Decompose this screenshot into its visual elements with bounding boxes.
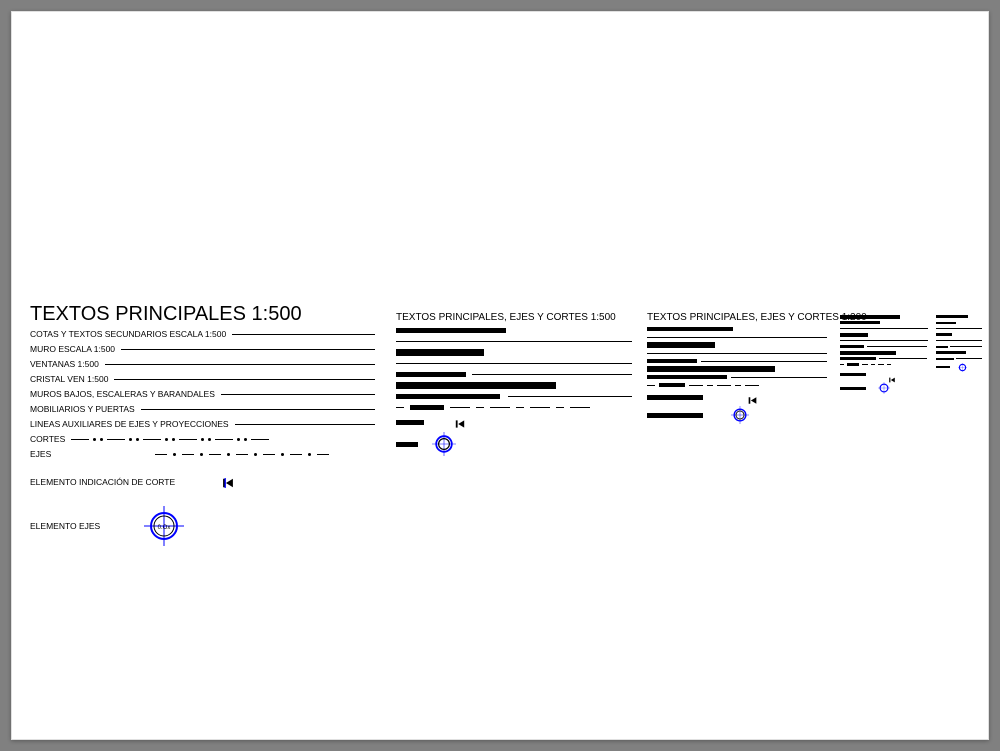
line-mobiliarios [141,409,375,410]
axis-bubble-icon-mini2 [731,406,749,424]
section-arrow-icon-mini3 [888,371,896,379]
axis-bubble-icon-mini4 [958,363,967,372]
line-ventanas [105,364,375,365]
section-arrow-icon [221,476,235,490]
label-cortes: CORTES [30,435,65,444]
row-ejes: EJES [30,447,375,462]
cad-preview-frame: TEXTOS PRINCIPALES 1:500 COTAS Y TEXTOS … [11,11,989,740]
drawing-canvas: TEXTOS PRINCIPALES 1:500 COTAS Y TEXTOS … [12,12,988,739]
legend-mini-1: TEXTOS PRINCIPALES, EJES Y CORTES 1:500 [396,312,632,458]
legend-mini-3 [840,314,928,396]
line-cortes [71,438,375,441]
row-cortes: CORTES [30,432,375,447]
section-arrow-icon-mini2 [747,393,758,404]
label-cristal: CRISTAL VEN 1:500 [30,375,108,384]
line-cristal [114,379,375,380]
row-elem-ejes: ELEMENTO EJES 0.Ox [30,508,375,544]
line-muros-bajos [221,394,375,395]
label-ejes: EJES [30,450,51,459]
legend-mini-2: TEXTOS PRINCIPALES, EJES Y CORTES 1:200 [647,312,827,426]
line-lineas-aux [235,424,375,425]
label-ventanas: VENTANAS 1:500 [30,360,99,369]
label-muros-bajos: MUROS BAJOS, ESCALERAS Y BARANDALES [30,390,215,399]
axis-bubble-icon-mini3 [878,382,890,394]
row-cotas: COTAS Y TEXTOS SECUNDARIOS ESCALA 1:500 [30,327,375,342]
svg-text:0.Ox: 0.Ox [158,525,171,531]
line-muro [121,349,375,350]
row-elem-corte: ELEMENTO INDICACIÓN DE CORTE [30,472,375,492]
label-cotas: COTAS Y TEXTOS SECUNDARIOS ESCALA 1:500 [30,330,226,339]
label-elem-ejes: ELEMENTO EJES [30,522,100,531]
legend-title: TEXTOS PRINCIPALES 1:500 [30,304,375,325]
legend-mini1-title: TEXTOS PRINCIPALES, EJES Y CORTES 1:500 [396,312,632,323]
legend-mini-4 [936,314,982,373]
row-cristal: CRISTAL VEN 1:500 [30,372,375,387]
row-lineas-aux: LINEAS AUXILIARES DE EJES Y PROYECCIONES [30,417,375,432]
label-elem-corte: ELEMENTO INDICACIÓN DE CORTE [30,478,175,487]
legend-mini2-title: TEXTOS PRINCIPALES, EJES Y CORTES 1:200 [647,312,827,323]
section-arrow-icon-mini1 [454,417,466,429]
row-mobiliarios: MOBILIARIOS Y PUERTAS [30,402,375,417]
line-cotas [232,334,375,335]
row-ventanas: VENTANAS 1:500 [30,357,375,372]
axis-bubble-icon: 0.Ox [144,506,184,546]
row-muro: MURO ESCALA 1:500 [30,342,375,357]
line-ejes [155,453,375,456]
label-muro: MURO ESCALA 1:500 [30,345,115,354]
legend-main: TEXTOS PRINCIPALES 1:500 COTAS Y TEXTOS … [30,304,375,544]
label-mobiliarios: MOBILIARIOS Y PUERTAS [30,405,135,414]
axis-bubble-icon-mini1 [432,432,456,456]
label-lineas-aux: LINEAS AUXILIARES DE EJES Y PROYECCIONES [30,420,229,429]
row-muros-bajos: MUROS BAJOS, ESCALERAS Y BARANDALES [30,387,375,402]
